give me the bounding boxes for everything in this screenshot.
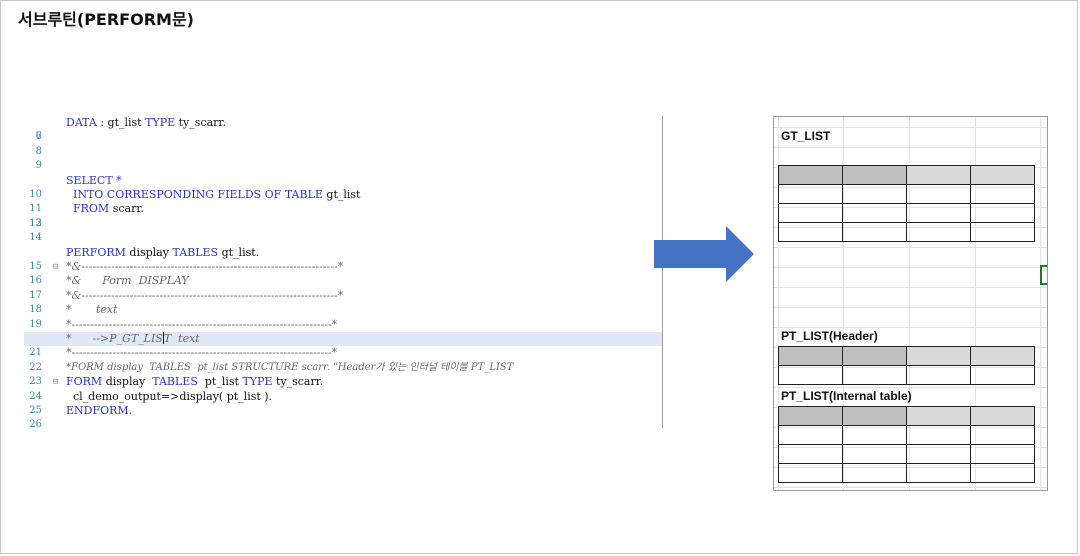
table-cell[interactable] [906, 346, 971, 366]
code-line[interactable]: 10 SELECT * [24, 174, 662, 200]
code-line[interactable]: 8 [24, 145, 662, 159]
spreadsheet[interactable]: GT_LIST PT_LIST(Header) PT_LIST(Internal… [773, 116, 1048, 491]
table-cell[interactable] [842, 346, 907, 366]
code-line[interactable]: 23 *FORM display TABLES pt_list STRUCTUR… [24, 361, 662, 387]
pt-list-header-label: PT_LIST(Header) [781, 329, 878, 343]
gridline [774, 267, 1047, 268]
table-cell[interactable] [778, 165, 843, 185]
table-cell[interactable] [906, 406, 971, 426]
table-cell[interactable] [778, 203, 843, 223]
table-cell[interactable] [970, 444, 1035, 464]
code-line-current[interactable]: 21 * -->P_GT_LIST text [24, 332, 662, 358]
code-line[interactable]: 11 INTO CORRESPONDING FIELDS OF TABLE gt… [24, 188, 662, 214]
gt-list-table [778, 165, 1035, 242]
code-line[interactable]: 6 DATA : gt_list TYPE ty_scarr. [24, 116, 662, 142]
table-cell[interactable] [778, 463, 843, 483]
gridline [774, 127, 1047, 128]
line-number: 8 [35, 145, 42, 157]
line-number: 13 [29, 217, 42, 229]
code-line[interactable]: 19 * text [24, 303, 662, 329]
gt-list-label: GT_LIST [781, 129, 831, 143]
pt-list-internal-label: PT_LIST(Internal table) [781, 389, 912, 403]
table-cell[interactable] [970, 463, 1035, 483]
table-cell[interactable] [970, 406, 1035, 426]
pt-list-internal-table [778, 406, 1035, 483]
collapse-toggle-icon[interactable]: ⊟ [53, 260, 58, 274]
code-line[interactable]: 7 [24, 130, 662, 144]
table-cell[interactable] [778, 346, 843, 366]
code-line[interactable]: 15 PERFORM display TABLES gt_list. [24, 246, 662, 272]
table-cell[interactable] [906, 184, 971, 204]
table-cell[interactable] [842, 444, 907, 464]
table-cell[interactable] [842, 184, 907, 204]
table-cell[interactable] [842, 165, 907, 185]
table-cell[interactable] [778, 222, 843, 242]
table-cell[interactable] [970, 425, 1035, 445]
right-arrow-icon [654, 226, 754, 282]
table-cell[interactable] [970, 184, 1035, 204]
table-cell[interactable] [842, 463, 907, 483]
gridline [774, 307, 1047, 308]
line-number: 7 [35, 131, 42, 143]
code-line[interactable]: 12 FROM scarr. [24, 202, 662, 228]
table-cell[interactable] [778, 365, 843, 385]
table-cell[interactable] [906, 222, 971, 242]
code-line[interactable]: 22 *------------------------------------… [24, 346, 662, 372]
gridline [774, 147, 1047, 148]
code-line[interactable]: 26 ENDFORM. [24, 404, 662, 428]
code-editor[interactable]: 6 DATA : gt_list TYPE ty_scarr. 7 8 9 10… [24, 116, 663, 428]
table-cell[interactable] [970, 346, 1035, 366]
table-cell[interactable] [906, 463, 971, 483]
pt-list-header-table [778, 346, 1035, 385]
text-caret [162, 332, 164, 344]
gridline [774, 247, 1047, 248]
collapse-toggle-icon[interactable]: ⊟ [53, 375, 58, 389]
table-cell[interactable] [778, 425, 843, 445]
table-cell[interactable] [842, 365, 907, 385]
table-cell[interactable] [778, 184, 843, 204]
gridline [774, 487, 1047, 488]
table-cell[interactable] [778, 444, 843, 464]
table-cell[interactable] [906, 444, 971, 464]
code-line[interactable]: 9 [24, 159, 662, 173]
table-cell[interactable] [906, 203, 971, 223]
code-line[interactable]: 24 ⊟ FORM display TABLES pt_list TYPE ty… [24, 375, 662, 401]
line-number: 9 [35, 160, 42, 172]
code-line[interactable]: 20 *------------------------------------… [24, 318, 662, 344]
code-line[interactable]: 17 *& Form DISPLAY [24, 274, 662, 300]
table-cell[interactable] [906, 425, 971, 445]
gridline [1040, 117, 1041, 490]
gridline [774, 327, 1047, 328]
table-cell[interactable] [970, 222, 1035, 242]
code-line[interactable]: 16 ⊟ *&---------------------------------… [24, 260, 662, 286]
table-cell[interactable] [970, 203, 1035, 223]
table-cell[interactable] [906, 165, 971, 185]
code-line[interactable]: 25 cl_demo_output=>display( pt_list ). [24, 390, 662, 416]
slide-title: 서브루틴(PERFORM문) [18, 10, 194, 29]
table-cell[interactable] [906, 365, 971, 385]
table-cell[interactable] [842, 406, 907, 426]
code-line[interactable]: 14 [24, 231, 662, 245]
table-cell[interactable] [842, 222, 907, 242]
selected-cell[interactable] [1040, 265, 1047, 285]
table-cell[interactable] [970, 365, 1035, 385]
code-line[interactable]: 18 *&-----------------------------------… [24, 289, 662, 315]
code-line[interactable]: 13 [24, 217, 662, 231]
line-number: 26 [29, 419, 42, 428]
gridline [774, 287, 1047, 288]
table-cell[interactable] [970, 165, 1035, 185]
table-cell[interactable] [842, 425, 907, 445]
table-cell[interactable] [778, 406, 843, 426]
gridline [774, 387, 1047, 388]
line-number: 14 [29, 232, 42, 244]
table-cell[interactable] [842, 203, 907, 223]
